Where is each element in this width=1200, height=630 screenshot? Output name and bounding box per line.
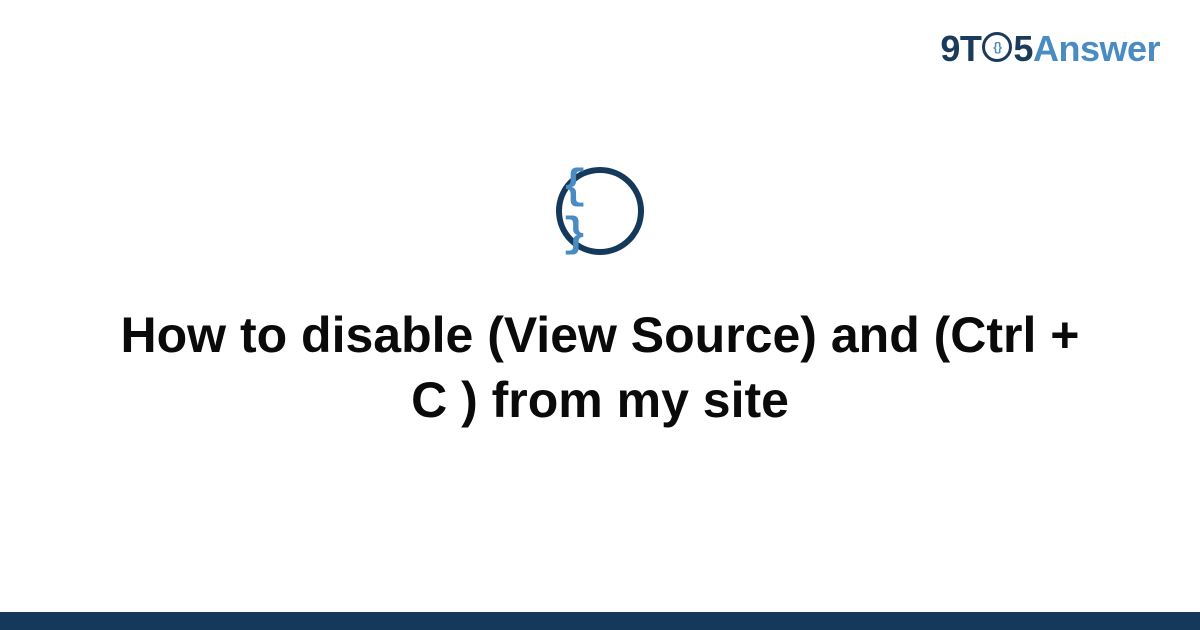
main-content: { } How to disable (View Source) and (Ct… bbox=[0, 0, 1200, 630]
curly-braces-icon: { } bbox=[562, 163, 638, 259]
footer-bar bbox=[0, 612, 1200, 630]
page-title: How to disable (View Source) and (Ctrl +… bbox=[100, 303, 1100, 433]
category-icon-circle: { } bbox=[556, 167, 644, 255]
